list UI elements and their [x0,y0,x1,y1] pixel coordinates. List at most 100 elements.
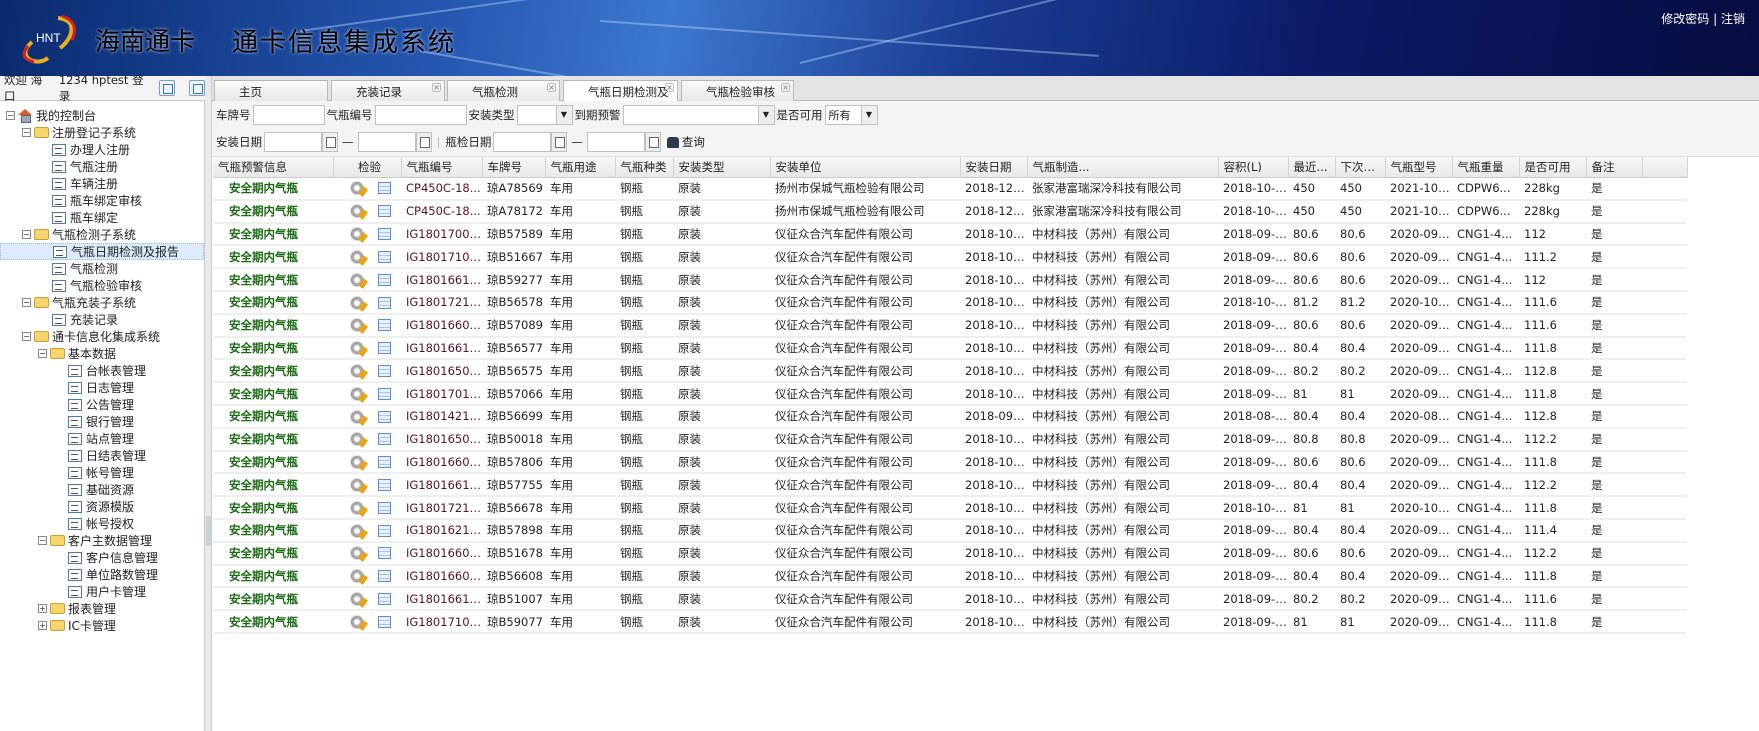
tab-4[interactable]: 气瓶检验审核 × [681,80,794,102]
edit-gear-icon[interactable] [350,569,364,584]
sidebar-item[interactable]: 资源模版 [0,498,204,515]
sidebar-item[interactable]: − 基本数据 [0,345,204,362]
table-row[interactable]: 安全期内气瓶 IG180172113 琼B56578 车用 钢瓶 原装 仪征众合汽车配件有限… [213,290,1722,315]
table-row[interactable]: 安全期内气瓶 IG180166057 琼B57089 车用 钢瓶 原装 仪征众合汽车配件有限… [213,313,1722,338]
detail-table-icon[interactable] [378,296,391,309]
sidebar-item[interactable]: 气瓶日期检测及报告 [0,243,204,260]
detail-table-icon[interactable] [378,251,391,264]
column-header[interactable]: 气瓶型号 [1385,157,1453,178]
detail-table-icon[interactable] [378,592,391,605]
edit-gear-icon[interactable] [350,591,364,606]
chevron-down-icon[interactable]: ▼ [555,106,572,124]
sidebar-item[interactable]: + IC卡管理 [0,617,204,634]
detail-table-icon[interactable] [378,479,391,491]
column-header[interactable]: 气瓶重量 [1452,157,1520,178]
sidebar-item[interactable]: 台帐表管理 [0,362,204,379]
close-icon[interactable]: × [432,83,441,92]
sidebar-item[interactable]: 帐号授权 [0,515,204,532]
edit-gear-icon[interactable] [350,227,364,242]
table-row[interactable]: 安全期内气瓶 IG180171090 琼B59077 车用 钢瓶 原装 仪征众合汽车配件有限… [213,610,1722,634]
table-row[interactable]: 安全期内气瓶 IG180162111 琼B57898 车用 钢瓶 原装 仪征众合汽车配件有限… [213,518,1722,543]
column-header[interactable]: 备注 [1586,157,1643,178]
collapse-icon[interactable]: − [38,349,47,358]
table-row[interactable]: 安全期内气瓶 IG180170070 琼B57589 车用 钢瓶 原装 仪征众合汽车配件有限… [213,222,1722,247]
inspect-date-from-input[interactable] [493,132,552,152]
column-header[interactable]: 气瓶编号 [401,157,483,178]
collapse-handle-icon[interactable] [206,516,211,546]
column-header[interactable]: 气瓶用途 [545,157,616,178]
detail-table-icon[interactable] [378,273,391,286]
expand-icon[interactable]: + [38,604,47,613]
table-row[interactable]: 安全期内气瓶 IG180166142 琼B56577 车用 钢瓶 原装 仪征众合汽车配件有限… [213,336,1722,361]
sidebar-item[interactable]: 站点管理 [0,430,204,447]
column-header[interactable]: 下次检验... [1335,157,1386,178]
edit-gear-icon[interactable] [350,500,364,515]
column-header[interactable]: 检验 [333,157,402,178]
usable-select[interactable]: 所有 ▼ [824,105,878,125]
install-type-select[interactable]: ▼ [516,105,573,125]
install-date-to-input[interactable] [357,132,416,152]
detail-table-icon[interactable] [378,501,391,514]
sidebar-item[interactable]: − 注册登记子系统 [0,124,204,141]
sidebar-item[interactable]: 车辆注册 [0,175,204,192]
column-header[interactable]: 安装单位 [770,157,961,178]
detail-table-icon[interactable] [378,456,391,469]
close-icon[interactable]: × [547,83,556,92]
inspect-date-to-input[interactable] [586,132,645,152]
sidebar-item[interactable]: − 客户主数据管理 [0,532,204,549]
close-icon[interactable]: × [781,83,790,92]
sidebar-item[interactable]: − 气瓶检测子系统 [0,226,204,243]
table-row[interactable]: 安全期内气瓶 IG180166025 琼B57806 车用 钢瓶 原装 仪征众合汽车配件有限… [213,450,1722,475]
edit-gear-icon[interactable] [350,204,364,219]
detail-table-icon[interactable] [378,433,391,446]
tab-1[interactable]: 充装记录 × [331,80,445,102]
detail-table-icon[interactable] [378,228,391,241]
detail-table-icon[interactable] [378,547,391,560]
close-icon[interactable]: × [665,83,674,92]
calendar-icon[interactable] [551,132,568,152]
collapse-icon[interactable]: − [22,128,31,137]
edit-gear-icon[interactable] [350,478,364,492]
sidebar-item[interactable]: − 气瓶充装子系统 [0,294,204,311]
calendar-icon[interactable] [322,132,338,152]
sidebar-item[interactable]: 基础资源 [0,481,204,498]
edit-gear-icon[interactable] [350,341,364,356]
detail-table-icon[interactable] [378,387,391,400]
detail-table-icon[interactable] [378,570,391,583]
edit-gear-icon[interactable] [350,272,364,287]
table-row[interactable]: 安全期内气瓶 IG180166031 琼B51678 车用 钢瓶 原装 仪征众合汽车配件有限… [213,541,1722,566]
sidebar-item[interactable]: 日志管理 [0,379,204,396]
table-row[interactable]: 安全期内气瓶 IG180166166 琼B57755 车用 钢瓶 原装 仪征众合汽车配件有限… [213,473,1722,498]
table-row[interactable]: 安全期内气瓶 IG180142187 琼B56699 车用 钢瓶 原装 仪征众合汽车配件有限… [213,404,1722,429]
column-header[interactable]: 气瓶预警信息 [213,157,334,178]
sidebar-item[interactable]: 银行管理 [0,413,204,430]
sidebar-item[interactable]: 瓶车绑定审核 [0,192,204,209]
edit-gear-icon[interactable] [350,250,364,265]
sidebar-item[interactable]: − 通卡信息化集成系统 [0,328,204,345]
column-header[interactable]: 安装类型 [673,157,771,178]
edit-gear-icon[interactable] [350,455,364,470]
collapse-icon[interactable]: − [38,536,47,545]
sidebar-item[interactable]: 客户信息管理 [0,549,204,566]
calendar-icon[interactable] [415,132,432,152]
detail-table-icon[interactable] [378,205,391,218]
sidebar-item[interactable]: 公告管理 [0,396,204,413]
table-row[interactable]: 安全期内气瓶 CP450C-18... 琼A78569 车用 钢瓶 原装 扬州市保城气瓶检验… [213,177,1722,201]
tab-2[interactable]: 气瓶检测 × [447,80,560,102]
sidebar-item[interactable]: 气瓶注册 [0,158,204,175]
sidebar-item[interactable]: 气瓶检测 [0,260,204,277]
table-row[interactable]: 安全期内气瓶 IG180165026 琼B50018 车用 钢瓶 原装 仪征众合汽车配件有限… [213,427,1722,452]
query-button[interactable]: 查询 [666,134,705,150]
table-row[interactable]: 安全期内气瓶 IG180166111 琼B59277 车用 钢瓶 原装 仪征众合汽车配件有限… [213,268,1722,292]
edit-gear-icon[interactable] [350,295,364,310]
collapse-icon[interactable]: − [22,298,31,307]
sidebar-item[interactable]: 单位路数管理 [0,566,204,583]
change-password-link[interactable]: 修改密码 [1661,12,1709,26]
edit-gear-icon[interactable] [350,546,364,561]
tab-0[interactable]: 主页 [214,80,328,102]
detail-table-icon[interactable] [378,319,391,332]
cylinder-no-input[interactable] [374,105,467,125]
sidebar-item[interactable]: 用户卡管理 [0,583,204,600]
column-header[interactable]: 气瓶制造... [1027,157,1219,178]
edit-gear-icon[interactable] [350,386,364,401]
